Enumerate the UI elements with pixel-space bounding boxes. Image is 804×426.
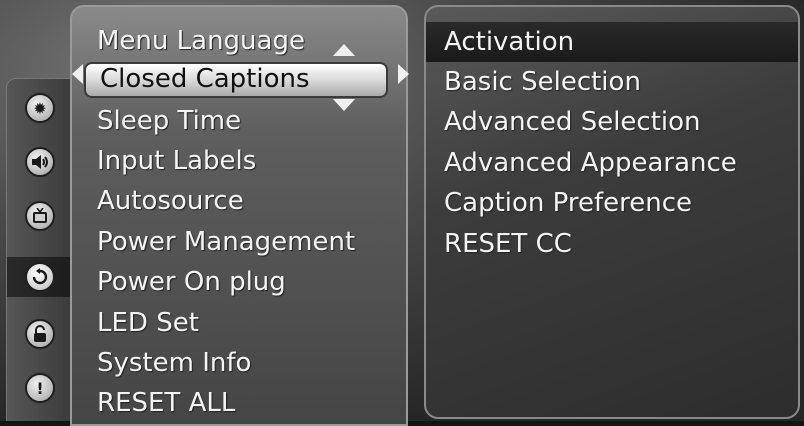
arrow-down-icon[interactable] [333,99,355,111]
arrow-right-icon[interactable] [398,64,409,84]
arrow-up-icon[interactable] [333,44,355,56]
menu-item-menu-language[interactable]: Menu Language [97,24,305,58]
arrow-left-icon[interactable] [72,64,83,84]
menu-item-power-management[interactable]: Power Management [97,225,355,259]
menu-item-autosource[interactable]: Autosource [97,184,244,218]
submenu-item-activation[interactable]: Activation [426,22,798,62]
menu-item-sleep-time[interactable]: Sleep Time [97,104,241,138]
submenu-item-basic-selection[interactable]: Basic Selection [426,62,798,102]
submenu-item-caption-preference[interactable]: Caption Preference [426,183,798,223]
menu-item-led-set[interactable]: LED Set [97,306,199,340]
menu-item-reset-all[interactable]: RESET ALL [97,386,235,420]
tv-osd-screen: ✹ ! Menu Language Closed Captions Sleep … [0,0,804,426]
setup-cycle-icon[interactable] [25,262,55,292]
submenu-item-advanced-selection[interactable]: Advanced Selection [426,102,798,142]
lock-icon[interactable] [25,319,55,349]
menu-item-input-labels[interactable]: Input Labels [97,144,256,178]
menu-item-system-info[interactable]: System Info [97,346,251,380]
menu-item-power-on-plug[interactable]: Power On plug [97,265,286,299]
alert-icon[interactable]: ! [25,373,55,403]
closed-captions-submenu-panel: Activation Basic Selection Advanced Sele… [424,5,800,419]
menu-item-closed-captions[interactable]: Closed Captions [84,62,388,98]
submenu-item-advanced-appearance[interactable]: Advanced Appearance [426,143,798,183]
tv-icon[interactable] [25,201,55,231]
main-menu-panel: Menu Language Closed Captions Sleep Time… [70,5,408,426]
settings-sun-icon[interactable]: ✹ [25,93,55,123]
audio-speaker-icon[interactable] [25,147,55,177]
category-icon-column: ✹ ! [6,78,71,421]
submenu-item-reset-cc[interactable]: RESET CC [426,224,798,264]
